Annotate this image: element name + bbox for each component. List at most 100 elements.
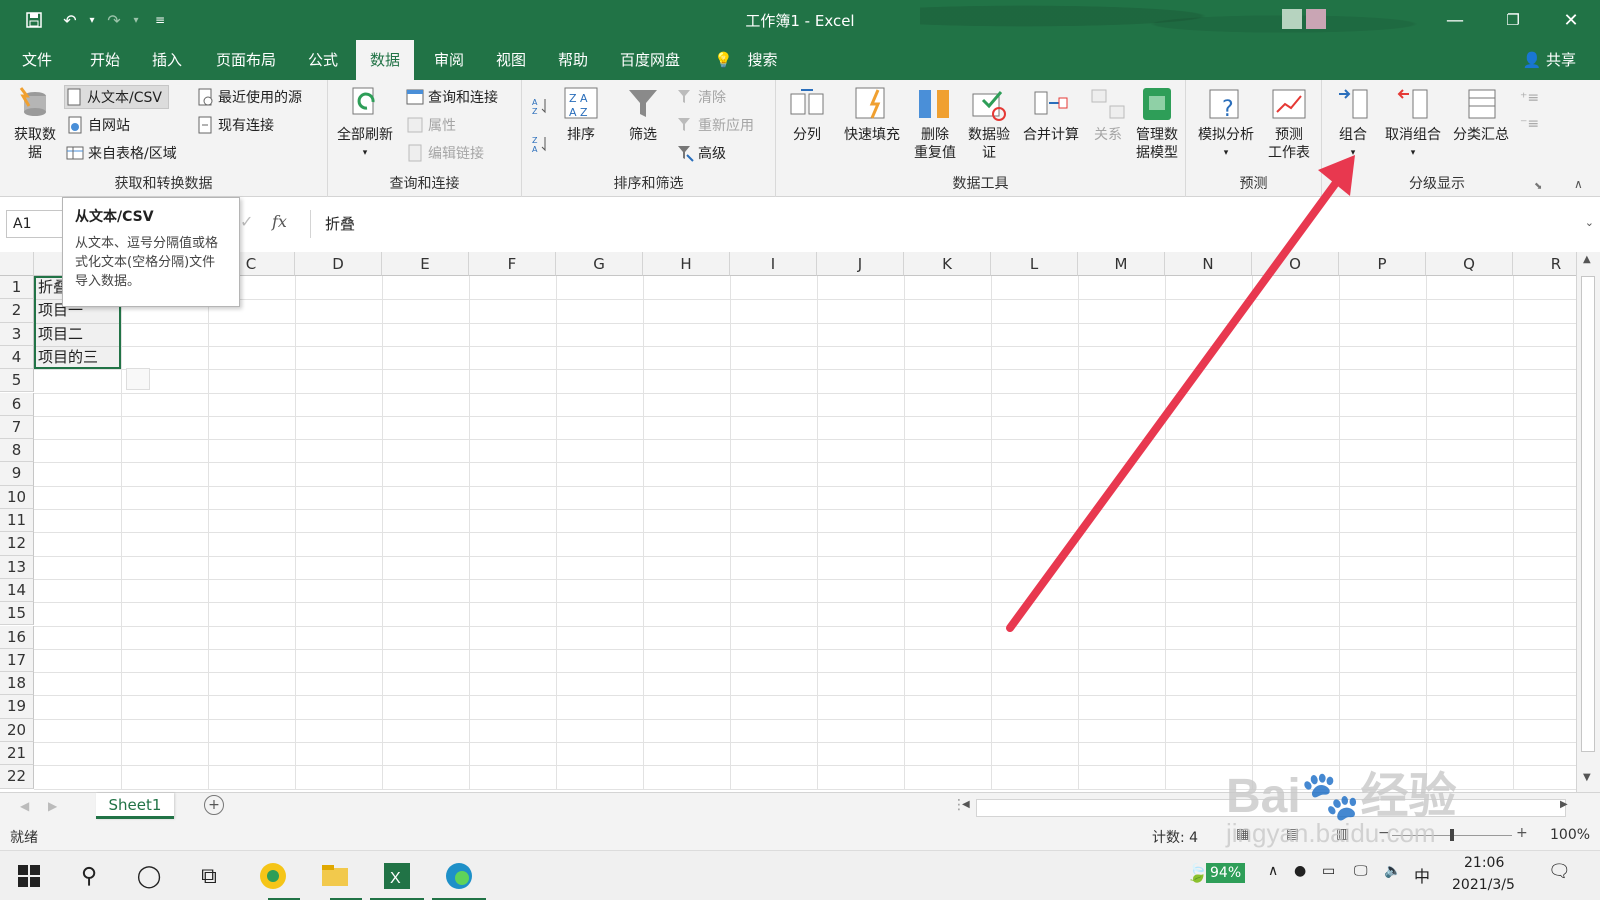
account-avatar-icon[interactable]: [1280, 6, 1326, 34]
sort-button[interactable]: Z AA Z 排序: [556, 86, 606, 144]
vertical-scroll-thumb[interactable]: [1581, 276, 1595, 752]
row-header[interactable]: 6: [0, 392, 34, 416]
insert-function-icon[interactable]: fx: [272, 212, 287, 231]
sort-ascending-button[interactable]: AZ: [532, 94, 554, 118]
row-header[interactable]: 19: [0, 695, 34, 719]
edge-browser-icon[interactable]: [442, 859, 476, 893]
column-header[interactable]: E: [382, 252, 469, 276]
column-header[interactable]: H: [643, 252, 730, 276]
confirm-icon[interactable]: ✓: [240, 212, 253, 231]
column-header[interactable]: I: [730, 252, 817, 276]
row-header[interactable]: 12: [0, 532, 34, 556]
cell-a3[interactable]: 项目二: [34, 323, 121, 346]
refresh-all-button[interactable]: 全部刷新 ▾: [334, 86, 396, 162]
subtotal-button[interactable]: 分类汇总: [1448, 86, 1514, 144]
volume-icon[interactable]: 🔈: [1384, 863, 1401, 879]
scroll-down-icon[interactable]: ▼: [1583, 772, 1591, 783]
row-header[interactable]: 9: [0, 462, 34, 486]
tab-review[interactable]: 审阅: [420, 40, 478, 80]
row-header[interactable]: 22: [0, 765, 34, 789]
column-header[interactable]: G: [556, 252, 643, 276]
quick-analysis-icon[interactable]: [126, 368, 150, 390]
data-validation-button[interactable]: 数据验 证: [960, 86, 1018, 162]
show-detail-icon[interactable]: ⁺≡: [1520, 86, 1539, 110]
row-header[interactable]: 17: [0, 648, 34, 673]
cortana-icon[interactable]: ◯: [132, 859, 166, 893]
column-header[interactable]: O: [1252, 252, 1339, 276]
row-header[interactable]: 8: [0, 439, 34, 463]
row-header[interactable]: 13: [0, 555, 34, 579]
row-header[interactable]: 5: [0, 369, 34, 393]
sheet-tab-sheet1[interactable]: Sheet1: [96, 793, 174, 819]
tab-data[interactable]: 数据: [356, 40, 415, 80]
get-data-button[interactable]: 获取数 据: [8, 86, 62, 162]
battery-icon[interactable]: ▭: [1322, 863, 1335, 879]
media-app-icon[interactable]: [256, 859, 290, 893]
group-rows-button[interactable]: 组合 ▾: [1328, 86, 1378, 162]
vertical-scrollbar[interactable]: ▲ ▼: [1576, 252, 1600, 792]
row-header[interactable]: 4: [0, 345, 34, 370]
scroll-right-icon[interactable]: ▶: [1560, 799, 1568, 810]
column-header[interactable]: P: [1339, 252, 1426, 276]
queries-connections-button[interactable]: 查询和连接: [406, 85, 498, 109]
forecast-sheet-button[interactable]: 预测 工作表: [1260, 86, 1318, 162]
cell-a4[interactable]: 项目的三: [34, 346, 121, 369]
media-tray-icon[interactable]: ●: [1294, 863, 1306, 879]
restore-icon[interactable]: ❐: [1490, 6, 1536, 34]
row-header[interactable]: 15: [0, 602, 34, 626]
what-if-analysis-button[interactable]: ? 模拟分析 ▾: [1194, 86, 1258, 162]
column-header[interactable]: M: [1078, 252, 1165, 276]
expand-formula-bar-icon[interactable]: ⌄: [1585, 216, 1594, 229]
battery-percent[interactable]: 94%: [1206, 863, 1246, 883]
tab-insert[interactable]: 插入: [138, 40, 196, 80]
windows-start-icon[interactable]: [12, 859, 46, 893]
task-view-icon[interactable]: ⧉: [192, 859, 226, 893]
existing-connections-button[interactable]: 现有连接: [196, 113, 274, 137]
clear-filter-button[interactable]: 清除: [676, 85, 726, 109]
from-text-csv-button[interactable]: 从文本/CSV: [64, 85, 169, 109]
share-button[interactable]: 👤 共享: [1523, 40, 1576, 80]
from-table-button[interactable]: 来自表格/区域: [66, 141, 177, 165]
minimize-icon[interactable]: —: [1432, 6, 1478, 34]
column-header[interactable]: L: [991, 252, 1078, 276]
row-header[interactable]: 16: [0, 625, 34, 649]
column-header[interactable]: Q: [1426, 252, 1513, 276]
clock-date[interactable]: 2021/3/5: [1452, 877, 1515, 893]
collapse-ribbon-icon[interactable]: ∧: [1574, 172, 1583, 196]
outline-settings-icon[interactable]: ⬊: [1534, 174, 1542, 198]
reapply-button[interactable]: 重新应用: [676, 113, 754, 137]
clock-time[interactable]: 21:06: [1464, 855, 1504, 871]
data-model-button[interactable]: 管理数 据模型: [1130, 86, 1184, 162]
from-web-button[interactable]: 自网站: [66, 113, 130, 137]
next-sheet-icon[interactable]: ▶: [48, 799, 57, 813]
file-explorer-icon[interactable]: [318, 859, 352, 893]
notification-icon[interactable]: 🗨: [1548, 861, 1571, 882]
zoom-in-icon[interactable]: +: [1516, 825, 1528, 841]
row-header[interactable]: 7: [0, 415, 34, 440]
consolidate-button[interactable]: 合并计算: [1018, 86, 1084, 144]
select-all-corner[interactable]: [0, 252, 34, 276]
row-header[interactable]: 21: [0, 742, 34, 766]
relationships-button[interactable]: 关系: [1086, 86, 1130, 144]
scroll-up-icon[interactable]: ▲: [1583, 254, 1591, 265]
close-icon[interactable]: ✕: [1548, 6, 1594, 34]
tab-baidu-netdisk[interactable]: 百度网盘: [606, 40, 694, 80]
tab-page-layout[interactable]: 页面布局: [202, 40, 290, 80]
remove-duplicates-button[interactable]: 删除 重复值: [910, 86, 960, 162]
flash-fill-button[interactable]: 快速填充: [838, 86, 906, 144]
tab-home[interactable]: 开始: [76, 40, 134, 80]
zoom-slider-thumb[interactable]: [1450, 829, 1454, 841]
column-header[interactable]: F: [469, 252, 556, 276]
tray-expand-icon[interactable]: ∧: [1268, 863, 1278, 879]
formula-input[interactable]: 折叠: [310, 210, 1580, 238]
row-header[interactable]: 1: [0, 276, 34, 300]
column-header[interactable]: N: [1165, 252, 1252, 276]
tab-formulas[interactable]: 公式: [294, 40, 352, 80]
hide-detail-icon[interactable]: ⁻≡: [1520, 112, 1539, 136]
prev-sheet-icon[interactable]: ◀: [20, 799, 29, 813]
tab-help[interactable]: 帮助: [544, 40, 602, 80]
search-box[interactable]: 💡 搜索: [700, 40, 791, 80]
zoom-level[interactable]: 100%: [1550, 827, 1590, 843]
column-header[interactable]: J: [817, 252, 904, 276]
row-header[interactable]: 11: [0, 509, 34, 533]
